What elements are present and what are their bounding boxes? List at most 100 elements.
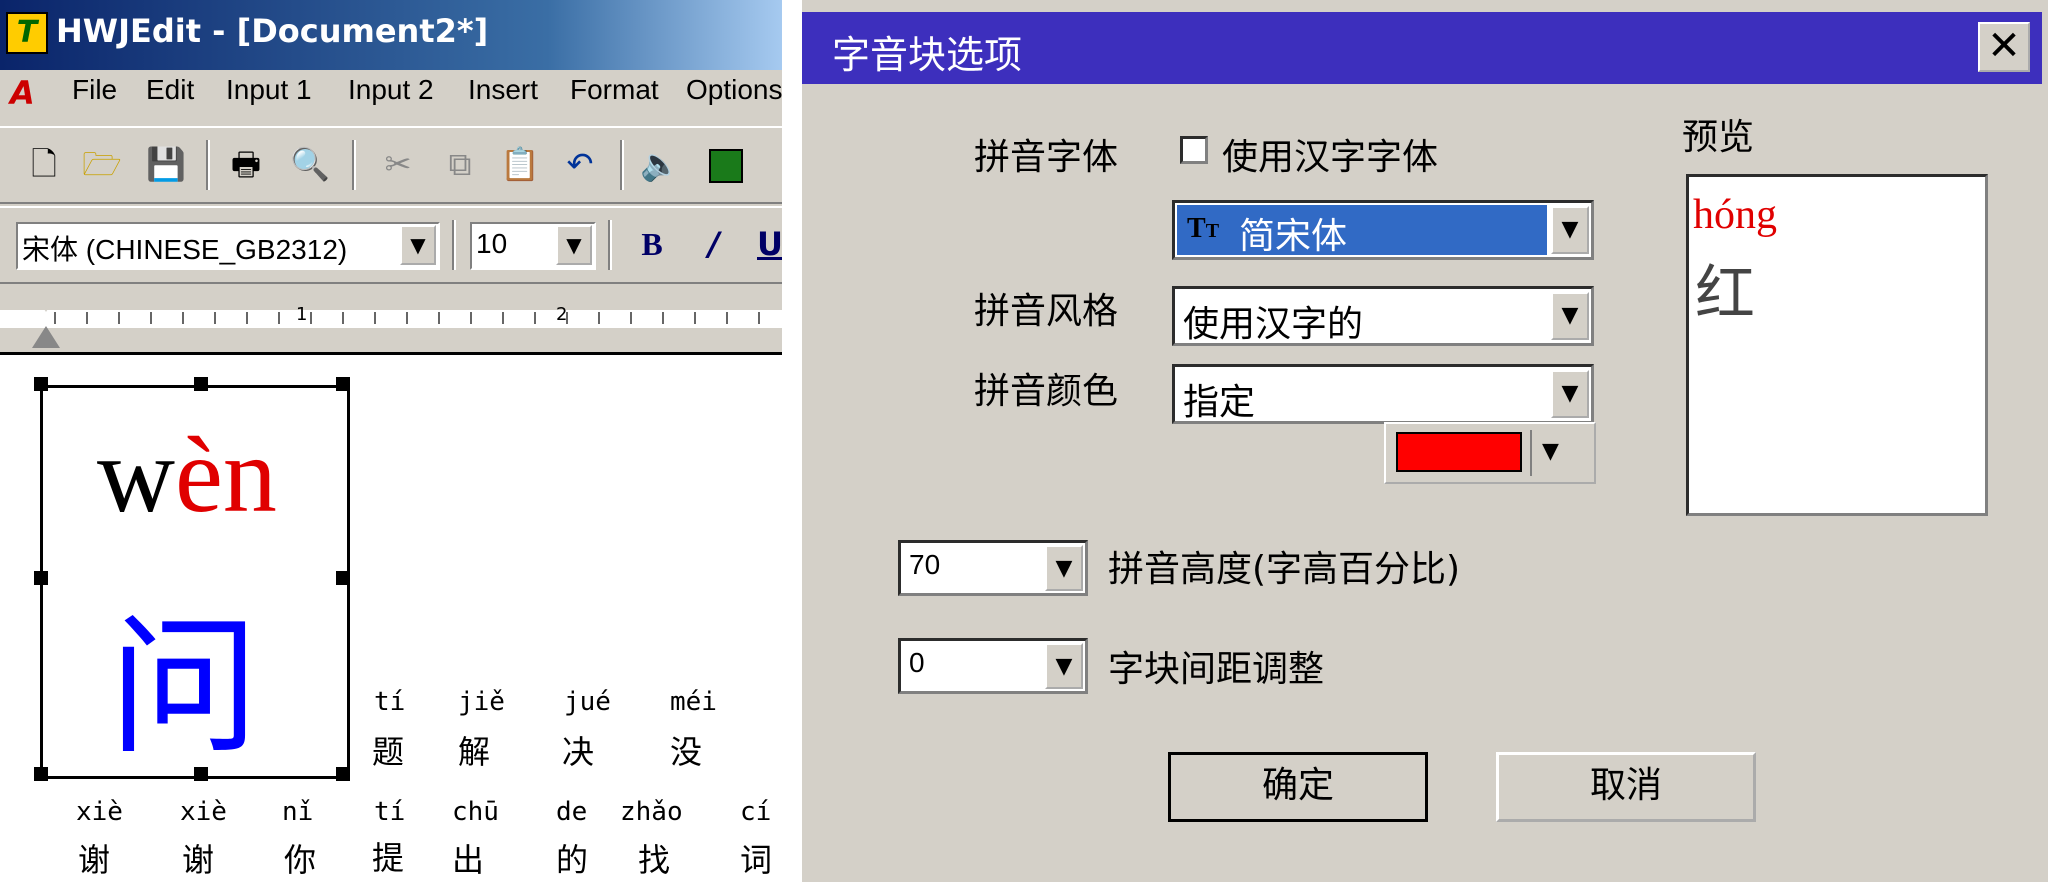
toolbar-separator [452,220,456,270]
resize-handle[interactable] [336,571,350,585]
block-pinyin-initial: w [97,416,175,535]
font-name-select[interactable]: 宋体 (CHINESE_GB2312) ▼ [16,222,440,270]
block-hanzi: 问 [109,601,260,775]
italic-icon[interactable]: / [694,222,734,266]
resize-handle[interactable] [34,767,48,781]
preview-hanzi: 红 [1695,259,1755,329]
pinyin: jiě [458,687,505,717]
open-folder-icon[interactable]: 🗁 [82,142,122,186]
selected-character-block[interactable]: wèn 问 [40,385,350,779]
app-logo-icon: T [6,12,48,54]
hanzi: 决 [562,733,595,771]
hanzi: 你 [284,841,317,879]
cut-icon[interactable]: ✂ [378,142,418,186]
menu-file[interactable]: File [72,74,117,106]
undo-icon[interactable]: ↶ [560,142,600,186]
toolbar-separator [620,140,624,190]
pinyin-color-mode-value: 指定 [1183,382,1256,423]
ruler: 1 2 [0,286,782,352]
resize-handle[interactable] [336,377,350,391]
hanzi: 找 [638,841,671,879]
pinyin: jué [564,687,611,717]
hanzi: 的 [556,841,589,879]
preview-label: 预览 [1682,117,1755,158]
pinyin: cí [740,797,772,827]
pinyin: nǐ [282,797,314,827]
truetype-icon: TT [1187,213,1220,244]
editor-title-bar: T HWJEdit - [Document2*] [0,0,782,70]
cancel-button[interactable]: 取消 [1496,752,1756,822]
close-button[interactable]: ✕ [1978,22,2030,72]
chevron-down-icon[interactable]: ▼ [1551,292,1589,340]
resize-handle[interactable] [194,767,208,781]
document-page[interactable]: wèn 问 tí 题 jiě 解 jué 决 méi 没 xiè 谢 xiè 谢… [0,352,782,882]
editor-title: HWJEdit - [Document2*] [56,12,489,50]
resize-handle[interactable] [336,767,350,781]
first-indent-marker[interactable] [32,290,60,312]
resize-handle[interactable] [34,571,48,585]
block-spacing-select[interactable]: 0 ▼ [898,638,1088,694]
pinyin-style-select[interactable]: 使用汉字的 ▼ [1172,286,1594,346]
hanzi: 没 [670,733,703,771]
chevron-down-icon[interactable]: ▼ [1551,206,1589,254]
block-icon[interactable] [706,142,746,186]
menu-edit[interactable]: Edit [146,74,194,106]
pinyin: xiè [180,797,227,827]
pinyin: xiè [76,797,123,827]
speaker-icon[interactable]: 🔈 [640,142,680,186]
print-preview-icon[interactable]: 🔍 [290,142,330,186]
new-document-icon[interactable]: 🗋 [24,142,64,186]
menu-format[interactable]: Format [570,74,659,106]
pinyin-font-select[interactable]: TT 简宋体 ▼ [1172,200,1594,260]
pinyin-font-value: 简宋体 [1239,216,1348,257]
block-spacing-label: 字块间距调整 [1108,649,1325,690]
hanzi: 谢 [182,841,215,879]
pinyin: zhǎo [620,797,683,827]
editor-window: T HWJEdit - [Document2*] A File Edit Inp… [0,0,782,882]
ok-button[interactable]: 确定 [1168,752,1428,822]
chevron-down-icon[interactable]: ▼ [400,225,436,265]
ruler-mark-1: 1 [296,304,308,325]
ruler-mark-2: 2 [556,304,568,325]
resize-handle[interactable] [194,377,208,391]
toolbar-separator [206,140,210,190]
pinyin-style-label: 拼音风格 [974,291,1119,332]
copy-icon[interactable]: ⧉ [440,142,480,186]
block-pinyin-final: èn [175,416,277,535]
hanzi: 出 [452,841,485,879]
pinyin-color-label: 拼音颜色 [974,371,1119,412]
dialog-title-bar: 字音块选项 ✕ [802,12,2042,84]
use-hanzi-font-checkbox[interactable] [1180,136,1208,164]
pinyin: chū [452,797,499,827]
pinyin: méi [670,687,717,717]
standard-toolbar: 🗋 🗁 💾 🖶 🔍 ✂ ⧉ 📋 ↶ 🔈 [0,126,782,204]
print-icon[interactable]: 🖶 [226,142,266,186]
pinyin-font-label: 拼音字体 [974,137,1119,178]
font-name-value: 宋体 (CHINESE_GB2312) [22,234,348,265]
menu-input-2[interactable]: Input 2 [348,74,434,106]
chevron-down-icon[interactable]: ▼ [1551,370,1589,418]
chevron-down-icon[interactable]: ▼ [1045,643,1083,689]
ruler-ticks [54,312,782,324]
bold-icon[interactable]: B [632,222,672,266]
color-picker-divider [1530,430,1532,476]
menu-insert[interactable]: Insert [468,74,538,106]
save-icon[interactable]: 💾 [146,142,186,186]
menu-bar: A File Edit Input 1 Input 2 Insert Forma… [0,70,782,120]
left-indent-marker[interactable] [32,326,60,348]
paste-icon[interactable]: 📋 [500,142,540,186]
pinyin-color-mode-select[interactable]: 指定 ▼ [1172,364,1594,424]
underline-icon[interactable]: U [750,222,782,266]
color-picker-button[interactable]: ▼ [1384,422,1596,484]
font-size-select[interactable]: 10 ▼ [470,222,596,270]
block-pinyin: wèn [97,414,277,538]
toolbar-separator [352,140,356,190]
menu-input-1[interactable]: Input 1 [226,74,312,106]
menu-options[interactable]: Options [686,74,782,106]
chevron-down-icon[interactable]: ▼ [556,225,592,265]
resize-handle[interactable] [34,377,48,391]
format-toolbar: 宋体 (CHINESE_GB2312) ▼ 10 ▼ B / U [0,206,782,284]
pinyin-height-select[interactable]: 70 ▼ [898,540,1088,596]
chevron-down-icon[interactable]: ▼ [1045,545,1083,591]
pinyin-style-value: 使用汉字的 [1183,304,1364,345]
